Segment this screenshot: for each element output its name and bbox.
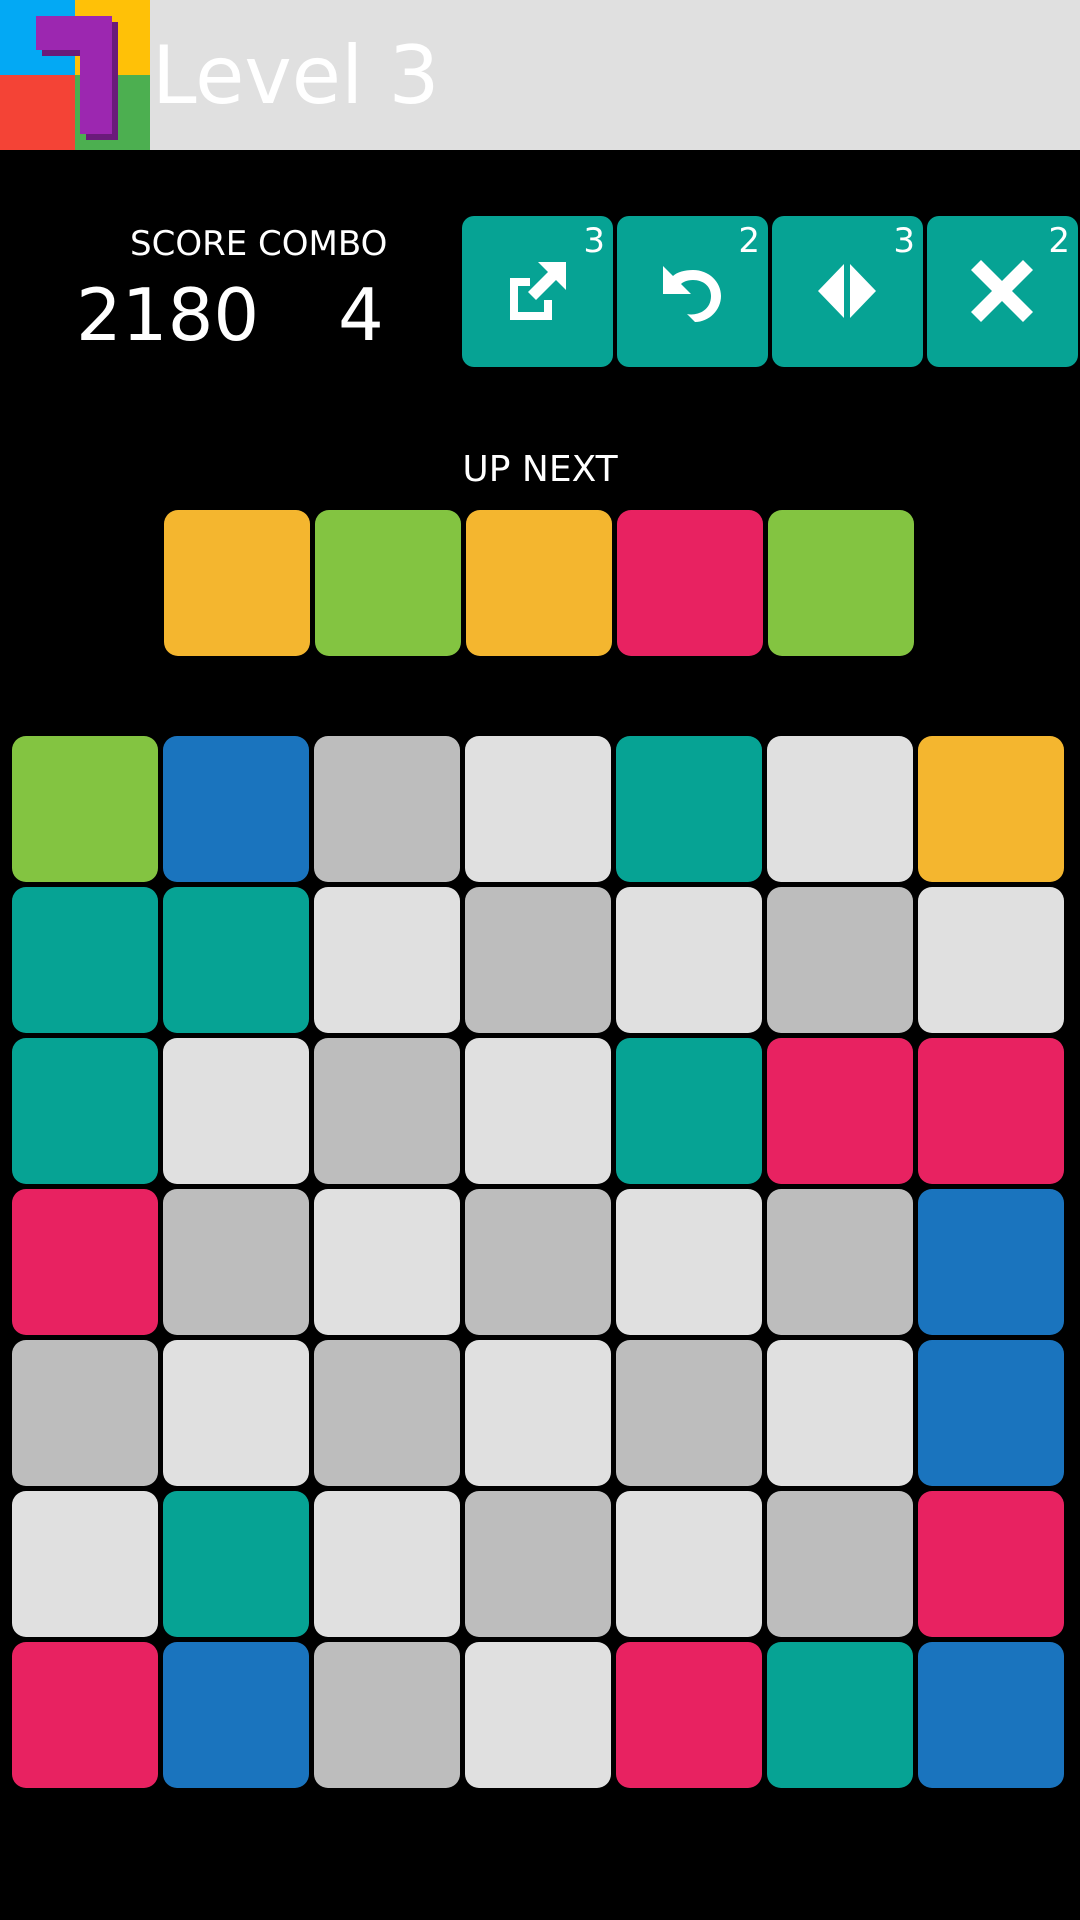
- board-cell[interactable]: [314, 1189, 460, 1335]
- board-cell[interactable]: [616, 736, 762, 882]
- combo-value: 4: [338, 273, 384, 357]
- board-cell[interactable]: [163, 1642, 309, 1788]
- board-cell[interactable]: [616, 1189, 762, 1335]
- stats-labels: SCORE COMBO: [130, 222, 387, 266]
- up-next-label: UP NEXT: [462, 449, 618, 490]
- board-cell[interactable]: [767, 1340, 913, 1486]
- board-cell[interactable]: [314, 887, 460, 1033]
- undo-icon: [663, 266, 721, 322]
- board-cell[interactable]: [314, 1038, 460, 1184]
- board-cell[interactable]: [163, 1491, 309, 1637]
- board-cell[interactable]: [918, 1189, 1064, 1335]
- up-next-tile: [617, 510, 763, 656]
- board-cell[interactable]: [767, 1189, 913, 1335]
- board-cell[interactable]: [616, 887, 762, 1033]
- board-cell[interactable]: [616, 1038, 762, 1184]
- board-cell[interactable]: [918, 1038, 1064, 1184]
- external-launch-icon: [510, 262, 566, 320]
- board-cell[interactable]: [767, 1642, 913, 1788]
- up-next-tile: [315, 510, 461, 656]
- level-title: Level 3: [152, 29, 440, 122]
- board-cell[interactable]: [767, 1491, 913, 1637]
- board-cell[interactable]: [616, 1340, 762, 1486]
- board-cell[interactable]: [163, 1038, 309, 1184]
- powerup-count: 3: [893, 221, 915, 261]
- powerup-launch-button[interactable]: 3: [462, 216, 613, 367]
- up-next-tile: [768, 510, 914, 656]
- board-cell[interactable]: [616, 1491, 762, 1637]
- board-cell[interactable]: [465, 1642, 611, 1788]
- board-cell[interactable]: [12, 736, 158, 882]
- board-cell[interactable]: [465, 887, 611, 1033]
- board-cell[interactable]: [314, 1491, 460, 1637]
- board-cell[interactable]: [616, 1642, 762, 1788]
- board-cell[interactable]: [465, 736, 611, 882]
- board-cell[interactable]: [314, 736, 460, 882]
- score-label: SCORE: [130, 224, 248, 264]
- powerup-remove-button[interactable]: 2: [927, 216, 1078, 367]
- board-cell[interactable]: [918, 736, 1064, 882]
- close-icon: [971, 260, 1033, 322]
- board-cell[interactable]: [163, 1340, 309, 1486]
- app-header: Level 3: [0, 0, 1080, 150]
- board-cell[interactable]: [163, 736, 309, 882]
- board-cell[interactable]: [314, 1340, 460, 1486]
- board-cell[interactable]: [163, 1189, 309, 1335]
- board-cell[interactable]: [465, 1038, 611, 1184]
- game-board: [12, 736, 1072, 1788]
- board-cell[interactable]: [12, 1038, 158, 1184]
- board-cell[interactable]: [12, 1189, 158, 1335]
- board-cell[interactable]: [918, 1340, 1064, 1486]
- powerup-count: 2: [1048, 221, 1070, 261]
- board-cell[interactable]: [465, 1340, 611, 1486]
- board-cell[interactable]: [767, 736, 913, 882]
- board-cell[interactable]: [465, 1491, 611, 1637]
- combo-label: COMBO: [258, 224, 388, 264]
- board-cell[interactable]: [918, 887, 1064, 1033]
- board-cell[interactable]: [12, 1491, 158, 1637]
- board-cell[interactable]: [12, 887, 158, 1033]
- board-cell[interactable]: [918, 1642, 1064, 1788]
- score-value: 2180: [76, 273, 260, 357]
- board-cell[interactable]: [314, 1642, 460, 1788]
- board-cell[interactable]: [918, 1491, 1064, 1637]
- up-next-tile: [164, 510, 310, 656]
- board-cell[interactable]: [12, 1642, 158, 1788]
- powerup-count: 2: [738, 221, 760, 261]
- app-logo-icon: [0, 0, 150, 150]
- board-cell[interactable]: [465, 1189, 611, 1335]
- powerup-undo-button[interactable]: 2: [617, 216, 768, 367]
- swap-arrows-icon: [818, 264, 876, 318]
- powerup-swap-button[interactable]: 3: [772, 216, 923, 367]
- board-cell[interactable]: [767, 887, 913, 1033]
- board-cell[interactable]: [12, 1340, 158, 1486]
- powerup-count: 3: [583, 221, 605, 261]
- board-cell[interactable]: [767, 1038, 913, 1184]
- up-next-tile: [466, 510, 612, 656]
- board-cell[interactable]: [163, 887, 309, 1033]
